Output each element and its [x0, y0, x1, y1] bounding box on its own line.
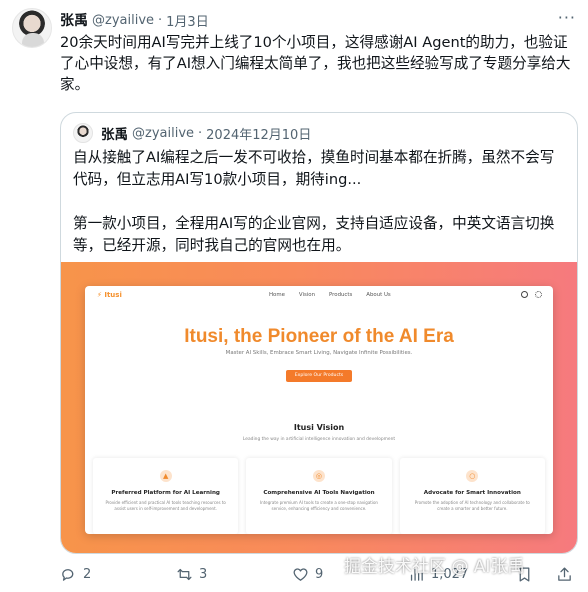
- quoted-paragraph-2: 第一款小项目，全程用AI写的企业官网，支持自适应设备，中英文语言切换等，已经开源…: [73, 215, 555, 254]
- quoted-tweet-text: 自从接触了AI编程之后一发不可收拾，摸鱼时间基本都在折腾，虽然不会写代码，但立志…: [73, 147, 567, 257]
- card-desc: Integrate premium AI tools to create a o…: [260, 500, 378, 511]
- card-title: Preferred Platform for AI Learning: [111, 490, 220, 496]
- author-avatar[interactable]: [12, 8, 52, 48]
- site-feature-card: ○ Advocate for Smart Innovation Promote …: [399, 458, 545, 534]
- quoted-tweet-date[interactable]: 2024年12月10日: [206, 124, 311, 143]
- reply-icon: [62, 569, 74, 581]
- site-feature-card: ◎ Comprehensive AI Tools Navigation Inte…: [246, 458, 392, 534]
- separator: ·: [158, 12, 163, 28]
- more-options-icon[interactable]: ···: [558, 8, 576, 27]
- site-feature-cards: ▲ Preferred Platform for AI Learning Pro…: [93, 458, 545, 534]
- author-handle[interactable]: @zyailive: [92, 13, 154, 28]
- quoted-author-handle[interactable]: @zyailive: [132, 126, 194, 141]
- site-nav: ⚡ Itusi Home Vision Products About Us: [85, 286, 553, 308]
- website-screenshot: ⚡ Itusi Home Vision Products About Us It…: [85, 286, 553, 534]
- separator: ·: [198, 125, 203, 141]
- card-title: Advocate for Smart Innovation: [423, 490, 521, 496]
- quoted-tweet-header: 张禹 @zyailive · 2024年12月10日: [101, 123, 311, 144]
- quoted-author-avatar[interactable]: [73, 123, 93, 143]
- site-nav-products: Products: [329, 292, 353, 298]
- website-preview-image[interactable]: ⚡ Itusi Home Vision Products About Us It…: [61, 262, 577, 553]
- site-hero-title: Itusi, the Pioneer of the AI Era: [184, 326, 454, 347]
- like-button[interactable]: 9: [292, 566, 323, 583]
- tweet-header: 张禹 @zyailive · 1月3日: [60, 10, 209, 30]
- site-cta-button: Explore Our Products: [286, 370, 352, 382]
- heart-icon: [293, 568, 308, 581]
- theme-toggle-icon: [535, 291, 542, 298]
- lightbulb-icon: ○: [466, 470, 479, 482]
- reply-count: 2: [83, 567, 92, 582]
- compass-icon: ◎: [312, 470, 325, 482]
- card-desc: Provide efficient and practical AI tools…: [105, 500, 226, 511]
- retweet-icon: [177, 568, 192, 581]
- author-name[interactable]: 张禹: [60, 10, 88, 30]
- like-count: 9: [315, 567, 324, 582]
- globe-icon: [521, 291, 528, 298]
- site-nav-links: Home Vision Products About Us: [269, 292, 391, 298]
- quoted-tweet[interactable]: 张禹 @zyailive · 2024年12月10日 自从接触了AI编程之后一发…: [60, 112, 578, 554]
- share-button[interactable]: [556, 566, 573, 583]
- site-feature-card: ▲ Preferred Platform for AI Learning Pro…: [93, 458, 239, 534]
- quoted-author-name[interactable]: 张禹: [101, 123, 128, 143]
- tweet[interactable]: 张禹 @zyailive · 1月3日 ··· 20余天时间用AI写完并上线了1…: [0, 0, 588, 592]
- retweet-button[interactable]: 3: [176, 566, 207, 583]
- site-nav-vision: Vision: [298, 292, 316, 298]
- retweet-count: 3: [199, 567, 208, 582]
- site-section-subtitle: Leading the way in artificial intelligen…: [242, 437, 396, 442]
- reply-button[interactable]: 2: [60, 566, 91, 583]
- tweet-date[interactable]: 1月3日: [166, 11, 209, 30]
- site-hero-subtitle: Master AI Skills, Embrace Smart Living, …: [225, 350, 413, 356]
- quoted-paragraph-1: 自从接触了AI编程之后一发不可收拾，摸鱼时间基本都在折腾，虽然不会写代码，但立志…: [73, 149, 555, 188]
- site-nav-home: Home: [269, 292, 285, 298]
- graduation-cap-icon: ▲: [159, 470, 172, 482]
- card-desc: Promote the adoption of AI technology an…: [414, 500, 530, 511]
- site-section-title: Itusi Vision: [293, 423, 345, 432]
- card-title: Comprehensive AI Tools Navigation: [263, 490, 375, 496]
- site-nav-about: About Us: [366, 292, 391, 298]
- share-icon: [558, 567, 571, 581]
- tweet-text: 20余天时间用AI写完并上线了10个小项目，这得感谢AI Agent的助力，也验…: [60, 34, 571, 93]
- site-logo: ⚡ Itusi: [97, 291, 122, 299]
- watermark: 掘金技术社区 @ AI张禹: [344, 557, 525, 577]
